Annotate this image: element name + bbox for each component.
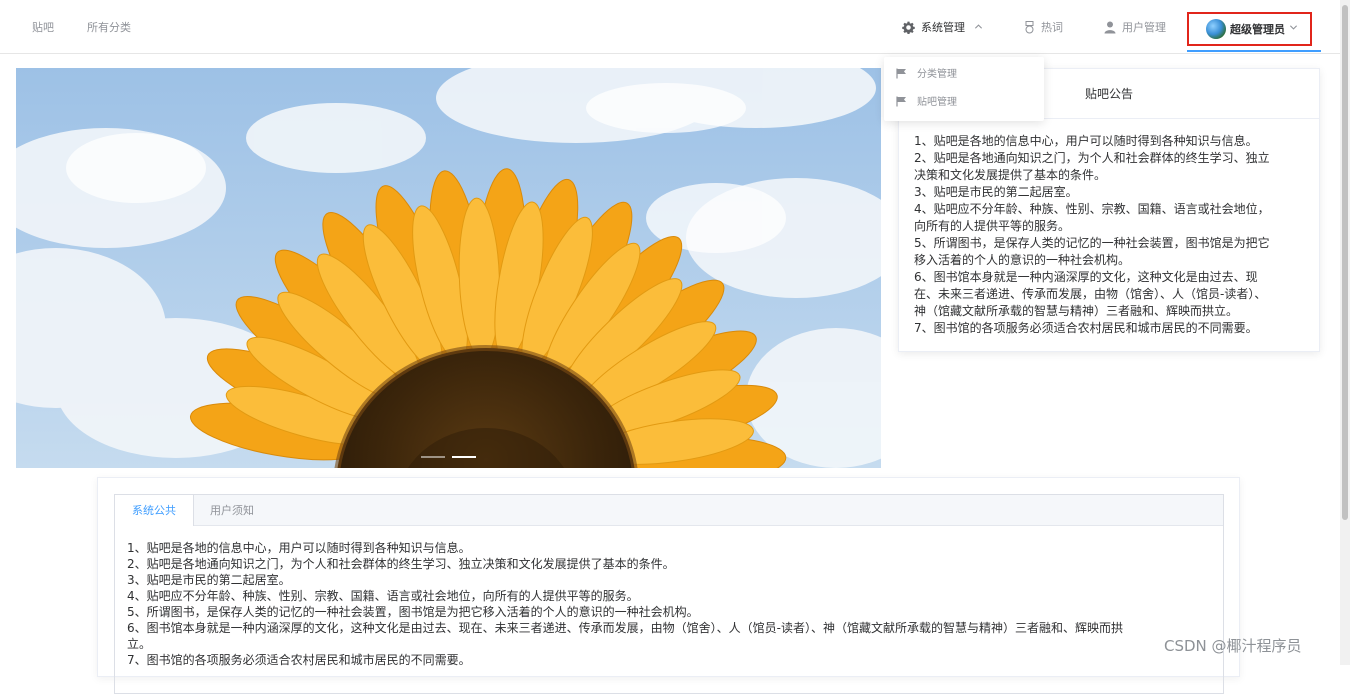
user-manage-label: 用户管理 bbox=[1122, 21, 1166, 34]
notice-line: 移入活着的个人的意识的一种社会机构。 bbox=[914, 253, 1131, 267]
dropdown-item-category-manage[interactable]: 分类管理 bbox=[896, 61, 957, 89]
notice-line: 7、图书馆的各项服务必须适合农村居民和城市居民的不同需要。 bbox=[914, 321, 1258, 335]
notice-line: 4、贴吧应不分年龄、种族、性别、宗教、国籍、语言或社会地位， bbox=[914, 202, 1270, 216]
nav-user-manage[interactable]: 用户管理 bbox=[1104, 0, 1166, 53]
gear-icon bbox=[902, 21, 915, 35]
info-tabs-card: 系统公共 用户须知 1、贴吧是各地的信息中心，用户可以随时得到各种知识与信息。 … bbox=[97, 477, 1240, 694]
notice-line: 5、所谓图书，是保存人类的记忆的一种社会装置，图书馆是为把它 bbox=[914, 236, 1270, 250]
carousel-indicator-2[interactable] bbox=[452, 456, 476, 458]
nav-link-all-categories[interactable]: 所有分类 bbox=[87, 0, 131, 53]
banner-carousel[interactable] bbox=[16, 68, 881, 468]
notice-line: 2、贴吧是各地通向知识之门，为个人和社会群体的终生学习、独立 bbox=[914, 151, 1270, 165]
avatar bbox=[1206, 19, 1226, 39]
flag-icon bbox=[896, 68, 906, 79]
tab-header: 系统公共 用户须知 bbox=[115, 495, 1223, 526]
tab-user-notice[interactable]: 用户须知 bbox=[193, 495, 271, 526]
medal-icon bbox=[1025, 21, 1034, 34]
dropdown-item-label: 分类管理 bbox=[917, 69, 957, 80]
notice-line: 向所有的人提供平等的服务。 bbox=[914, 219, 1071, 233]
nav-system-menu[interactable]: 系统管理 bbox=[902, 0, 983, 53]
active-menu-underline bbox=[1187, 50, 1321, 52]
page-scrollbar-thumb[interactable] bbox=[1342, 5, 1348, 520]
tab-content-line: 2、贴吧是各地通向知识之门，为个人和社会群体的终生学习、独立决策和文化发展提供了… bbox=[127, 557, 675, 571]
tab-content: 1、贴吧是各地的信息中心，用户可以随时得到各种知识与信息。 2、贴吧是各地通向知… bbox=[115, 526, 1223, 668]
dropdown-item-tieba-manage[interactable]: 贴吧管理 bbox=[896, 89, 957, 117]
top-navbar: 贴吧 所有分类 系统管理 热词 用户管理 bbox=[0, 0, 1350, 54]
notice-line: 3、贴吧是市民的第二起居室。 bbox=[914, 185, 1078, 199]
notice-line: 6、图书馆本身就是一种内涵深厚的文化，这种文化是由过去、现 bbox=[914, 270, 1258, 284]
nav-hot-words[interactable]: 热词 bbox=[1024, 0, 1063, 53]
tab-content-line: 立。 bbox=[127, 637, 152, 651]
chevron-down-icon bbox=[1289, 25, 1298, 30]
user-icon bbox=[1104, 21, 1116, 34]
system-menu-dropdown: 分类管理 贴吧管理 bbox=[884, 57, 1044, 121]
tab-system-public[interactable]: 系统公共 bbox=[115, 495, 194, 526]
notice-line: 1、贴吧是各地的信息中心，用户可以随时得到各种知识与信息。 bbox=[914, 134, 1258, 148]
carousel-indicator-1[interactable] bbox=[421, 456, 445, 458]
notice-line: 决策和文化发展提供了基本的条件。 bbox=[914, 168, 1107, 182]
flag-icon bbox=[896, 96, 906, 107]
chevron-up-icon bbox=[974, 24, 982, 29]
watermark: CSDN @椰汁程序员 bbox=[1164, 637, 1302, 655]
dropdown-item-label: 贴吧管理 bbox=[917, 97, 957, 108]
tab-content-line: 3、贴吧是市民的第二起居室。 bbox=[127, 573, 291, 587]
notice-body: 1、贴吧是各地的信息中心，用户可以随时得到各种知识与信息。 2、贴吧是各地通向知… bbox=[899, 119, 1319, 337]
notice-line: 在、未来三者递进、传承而发展，由物（馆舍）、人（馆员-读者）、 bbox=[914, 287, 1267, 301]
tab-content-line: 5、所谓图书，是保存人类的记忆的一种社会装置，图书馆是为把它移入活着的个人的意识… bbox=[127, 605, 699, 619]
notice-line: 神（馆藏文献所承载的智慧与精神）三者融和、辉映而拱立。 bbox=[914, 304, 1239, 318]
nav-link-tieba[interactable]: 贴吧 bbox=[32, 0, 54, 53]
user-account-menu[interactable]: 超级管理员 bbox=[1187, 12, 1312, 46]
sunflower-image bbox=[16, 68, 881, 468]
tabs-container: 系统公共 用户须知 1、贴吧是各地的信息中心，用户可以随时得到各种知识与信息。 … bbox=[114, 494, 1224, 694]
tab-content-line: 7、图书馆的各项服务必须适合农村居民和城市居民的不同需要。 bbox=[127, 653, 471, 667]
tab-content-line: 1、贴吧是各地的信息中心，用户可以随时得到各种知识与信息。 bbox=[127, 541, 471, 555]
hot-words-label: 热词 bbox=[1041, 21, 1063, 34]
tab-content-line: 6、图书馆本身就是一种内涵深厚的文化，这种文化是由过去、现在、未来三者递进、传承… bbox=[127, 621, 1123, 635]
user-name: 超级管理员 bbox=[1230, 23, 1285, 36]
tab-content-line: 4、贴吧应不分年龄、种族、性别、宗教、国籍、语言或社会地位，向所有的人提供平等的… bbox=[127, 589, 639, 603]
system-menu-label: 系统管理 bbox=[921, 21, 965, 34]
